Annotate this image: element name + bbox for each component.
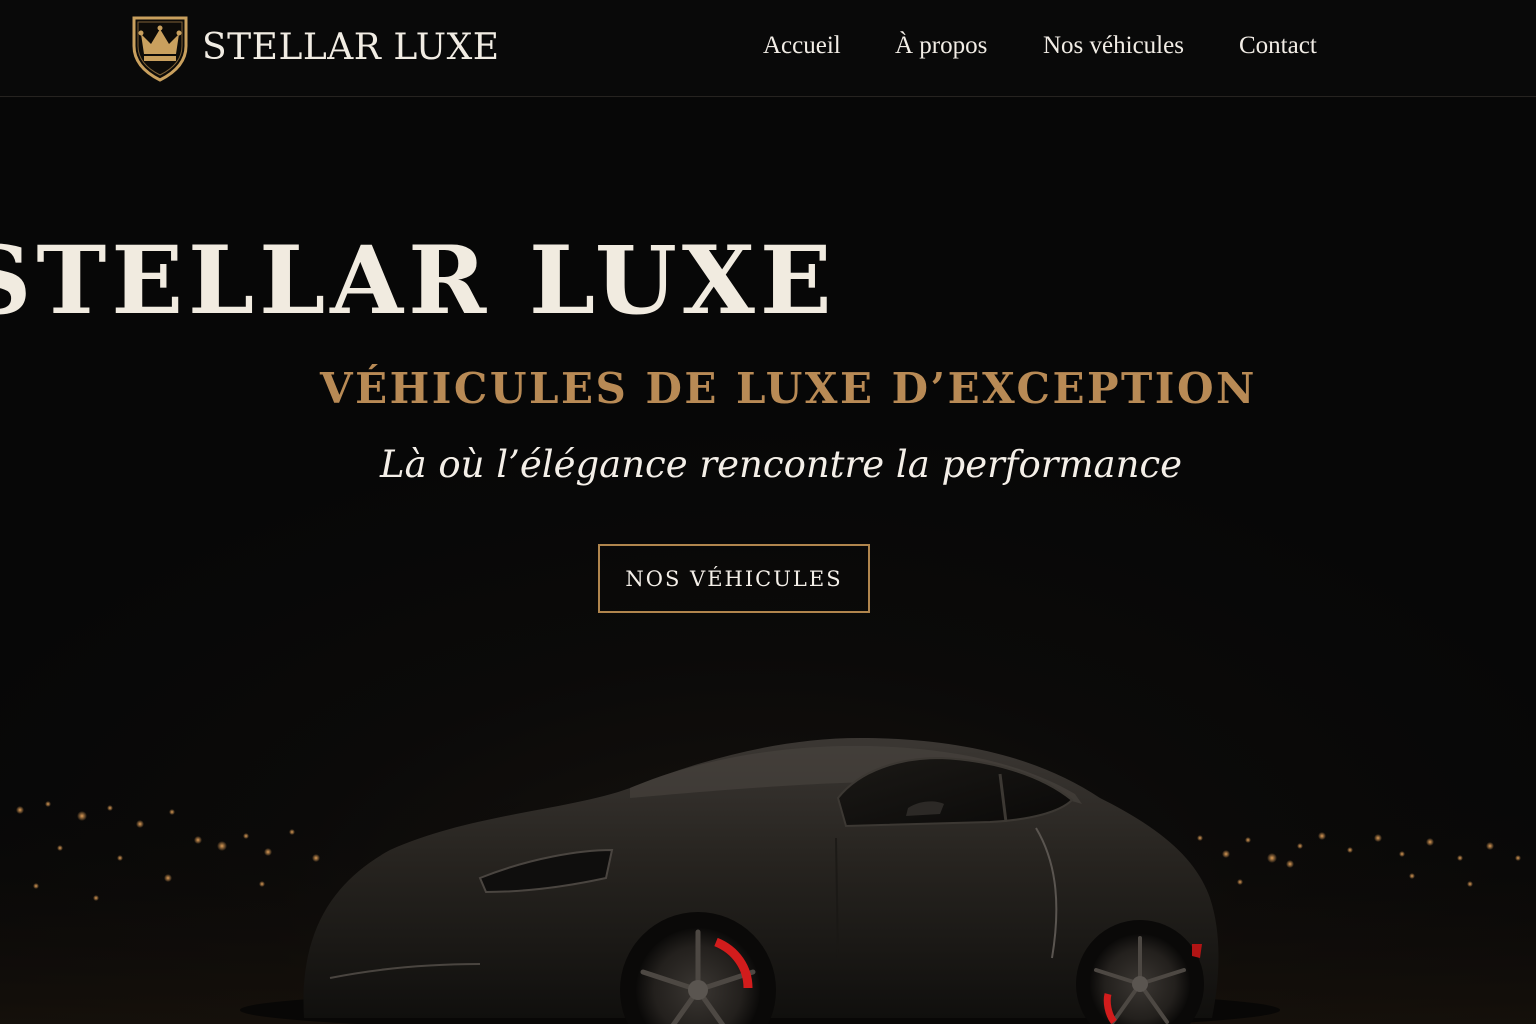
main-nav: Accueil À propos Nos véhicules Contact <box>0 32 1536 66</box>
nav-link-contact[interactable]: Contact <box>1239 32 1317 60</box>
nav-link-a-propos[interactable]: À propos <box>895 32 987 60</box>
hero-section: STELLAR LUXE VÉHICULES DE LUXE D’EXCEPTI… <box>0 98 1536 1024</box>
nav-link-accueil[interactable]: Accueil <box>763 32 841 60</box>
nav-link-nos-vehicules[interactable]: Nos véhicules <box>1043 32 1184 60</box>
top-navigation-bar: STELLAR LUXE Accueil À propos Nos véhicu… <box>0 0 1536 97</box>
sports-car-image <box>240 738 1280 1024</box>
